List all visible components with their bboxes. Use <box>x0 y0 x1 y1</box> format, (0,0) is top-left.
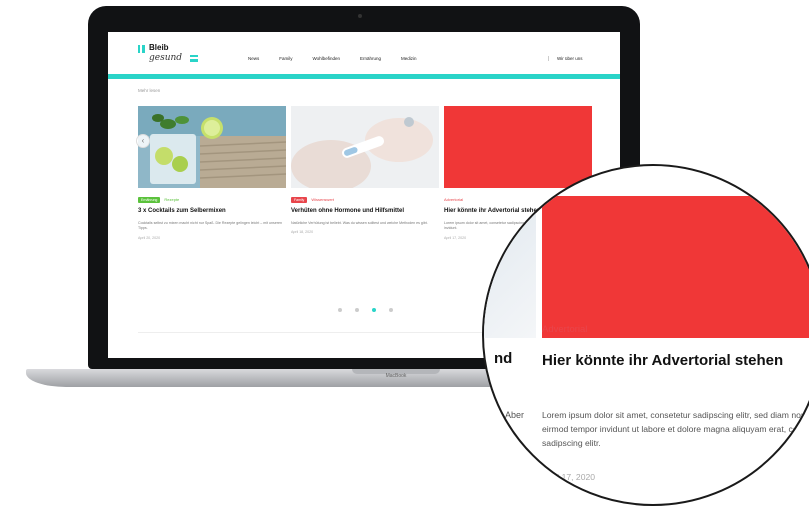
carousel-dots <box>338 308 393 312</box>
logo-mark-icon <box>138 45 145 53</box>
magnified-category-tag: Advertorial <box>542 324 588 335</box>
nav-item-medizin[interactable]: Medizin <box>401 56 417 61</box>
carousel-card[interactable]: Family Wissenswert Verhüten ohne Hormone… <box>291 106 439 234</box>
nav-item-wohlbefinden[interactable]: Wohlbefinden <box>313 56 340 61</box>
logo-sub: gesund <box>149 53 183 63</box>
menu-icon[interactable] <box>190 55 198 62</box>
card-title[interactable]: 3 x Cocktails zum Selbermixen <box>138 208 286 216</box>
card-title[interactable]: Verhüten ohne Hormone und Hilfsmittel <box>291 208 439 216</box>
category-tag[interactable]: Wissenswert <box>311 197 334 202</box>
section-title: Mehr lesen <box>138 88 161 93</box>
magnified-prev-title: nd <box>494 350 513 367</box>
card-date: April 18, 2020 <box>291 230 314 235</box>
carousel-dot[interactable] <box>338 308 342 312</box>
carousel-dot[interactable] <box>389 308 393 312</box>
site-header: Bleib gesund News Family Wohlbefinden Er… <box>108 32 620 79</box>
magnified-title: Hier könnte ihr Advertorial stehen <box>542 352 784 369</box>
category-badge[interactable]: Ernährung <box>138 196 161 203</box>
magnified-excerpt: Lorem ipsum dolor sit amet, consetetur s… <box>542 410 809 449</box>
logo-name: Bleib <box>149 43 169 52</box>
carousel-dot-active[interactable] <box>372 308 376 312</box>
card-date: April 20, 2020 <box>138 235 161 240</box>
magnifier-callout: nd t. Aber Advertorial Hier könnte ihr A… <box>482 164 809 506</box>
magnified-date: April 17, 2020 <box>542 472 596 482</box>
card-image-cocktail[interactable] <box>138 106 286 188</box>
carousel-card[interactable]: Ernährung Rezepte 3 x Cocktails zum Selb… <box>138 106 286 240</box>
header-accent-bar <box>108 74 620 79</box>
magnified-advertorial-image <box>542 196 809 338</box>
camera-icon <box>358 14 362 18</box>
site-logo[interactable]: Bleib gesund <box>138 42 204 68</box>
card-image-pill[interactable] <box>291 106 439 188</box>
magnified-prev-image <box>484 196 536 338</box>
magnified-prev-excerpt: t. Aber <box>498 410 525 420</box>
category-badge[interactable]: Family <box>291 196 308 203</box>
nav-item-ernaehrung[interactable]: Ernährung <box>360 56 381 61</box>
nav-item-family[interactable]: Family <box>279 56 292 61</box>
nav-item-news[interactable]: News <box>248 56 259 61</box>
carousel-prev-button[interactable]: ‹ <box>136 134 150 148</box>
card-excerpt: Natürliche Verhütung ist beliebt. Was du… <box>291 220 428 225</box>
category-tag[interactable]: Advertorial <box>444 197 463 202</box>
nav-item-about[interactable]: Wir über uns <box>548 56 583 61</box>
main-nav: News Family Wohlbefinden Ernährung Mediz… <box>248 56 416 61</box>
carousel-dot[interactable] <box>355 308 359 312</box>
card-excerpt: Cocktails selbst zu mixen macht nicht nu… <box>138 220 283 231</box>
category-tag[interactable]: Rezepte <box>164 197 179 202</box>
